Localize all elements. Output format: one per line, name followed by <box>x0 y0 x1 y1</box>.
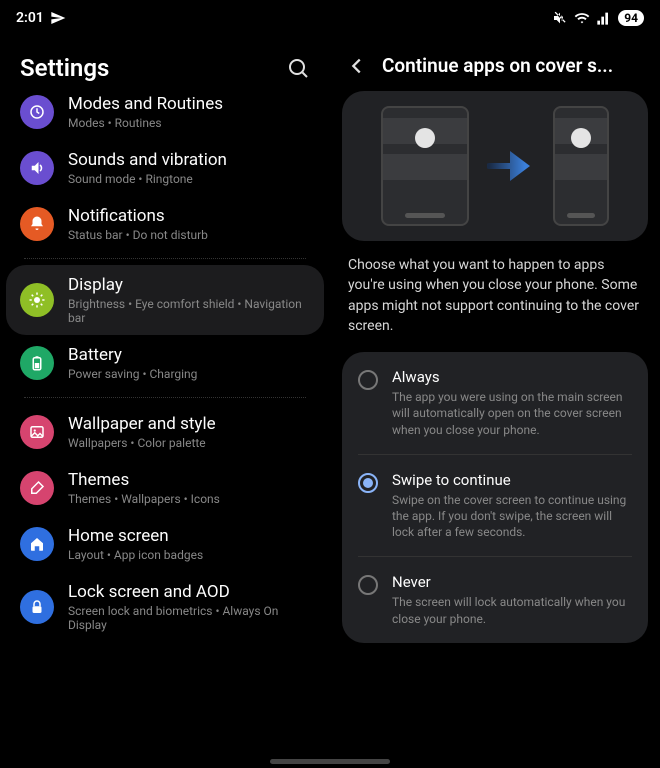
radio-button[interactable] <box>358 575 378 595</box>
sound-icon <box>20 151 54 185</box>
settings-pane: Settings Modes and Routines Modes • Routi… <box>0 36 330 768</box>
modes-icon <box>20 95 54 129</box>
setting-title: Modes and Routines <box>68 94 223 114</box>
setting-subtitle: Layout • App icon badges <box>68 548 203 562</box>
picture-icon <box>20 415 54 449</box>
setting-title: Themes <box>68 470 220 490</box>
settings-item-sounds-and-vibration[interactable]: Sounds and vibration Sound mode • Rington… <box>6 140 324 196</box>
option-desc: The screen will lock automatically when … <box>392 594 632 626</box>
setting-title: Display <box>68 275 310 295</box>
search-icon[interactable] <box>286 56 310 80</box>
back-icon[interactable] <box>346 55 368 77</box>
brush-icon <box>20 471 54 505</box>
option-title: Always <box>392 368 632 386</box>
radio-button[interactable] <box>358 370 378 390</box>
mute-icon <box>552 10 568 26</box>
signal-icon <box>596 10 612 26</box>
setting-title: Home screen <box>68 526 203 546</box>
settings-title: Settings <box>20 54 109 82</box>
nav-handle[interactable] <box>270 759 390 764</box>
setting-subtitle: Brightness • Eye comfort shield • Naviga… <box>68 297 310 325</box>
status-time: 2:01 <box>16 10 44 26</box>
lock-icon <box>20 590 54 624</box>
settings-item-battery[interactable]: Battery Power saving • Charging <box>6 335 324 391</box>
setting-subtitle: Modes • Routines <box>68 116 223 130</box>
settings-item-home-screen[interactable]: Home screen Layout • App icon badges <box>6 516 324 572</box>
setting-title: Lock screen and AOD <box>68 582 310 602</box>
settings-item-display[interactable]: DisplayBrightness • Eye comfort shield •… <box>6 265 324 335</box>
option-swipe-to-continue[interactable]: Swipe to continue Swipe on the cover scre… <box>358 454 632 557</box>
settings-item-lock-screen-and-aod[interactable]: Lock screen and AODScreen lock and biome… <box>6 572 324 642</box>
setting-subtitle: Themes • Wallpapers • Icons <box>68 492 220 506</box>
options-card: Always The app you were using on the main… <box>342 352 648 643</box>
setting-subtitle: Sound mode • Ringtone <box>68 172 227 186</box>
setting-subtitle: Status bar • Do not disturb <box>68 228 208 242</box>
setting-title: Sounds and vibration <box>68 150 227 170</box>
setting-subtitle: Screen lock and biometrics • Always On D… <box>68 604 310 632</box>
option-desc: The app you were using on the main scree… <box>392 389 632 438</box>
option-never[interactable]: Never The screen will lock automatically … <box>358 556 632 642</box>
setting-title: Battery <box>68 345 197 365</box>
battery-icon <box>20 346 54 380</box>
sun-icon <box>20 283 54 317</box>
setting-subtitle: Power saving • Charging <box>68 367 197 381</box>
setting-title: Wallpaper and style <box>68 414 216 434</box>
divider <box>24 397 306 398</box>
settings-item-themes[interactable]: Themes Themes • Wallpapers • Icons <box>6 460 324 516</box>
option-title: Never <box>392 573 632 591</box>
bell-icon <box>20 207 54 241</box>
settings-item-notifications[interactable]: Notifications Status bar • Do not disturb <box>6 196 324 252</box>
option-always[interactable]: Always The app you were using on the main… <box>342 352 648 454</box>
detail-description: Choose what you want to happen to apps y… <box>338 255 652 352</box>
option-desc: Swipe on the cover screen to continue us… <box>392 492 632 541</box>
setting-title: Notifications <box>68 206 208 226</box>
radio-button[interactable] <box>358 473 378 493</box>
detail-title: Continue apps on cover s... <box>382 54 613 77</box>
wifi-icon <box>574 10 590 26</box>
phone-cover-illustration <box>553 106 609 226</box>
option-title: Swipe to continue <box>392 471 632 489</box>
illustration <box>342 91 648 241</box>
battery-badge: 94 <box>618 10 644 26</box>
settings-item-modes-and-routines[interactable]: Modes and Routines Modes • Routines <box>6 84 324 140</box>
settings-item-wallpaper-and-style[interactable]: Wallpaper and style Wallpapers • Color pa… <box>6 404 324 460</box>
phone-open-illustration <box>381 106 469 226</box>
arrow-icon <box>487 151 535 181</box>
divider <box>24 258 306 259</box>
detail-pane: Continue apps on cover s... Choose what … <box>330 36 660 768</box>
send-icon <box>50 10 66 26</box>
status-bar: 2:01 94 <box>0 0 660 36</box>
home-icon <box>20 527 54 561</box>
setting-subtitle: Wallpapers • Color palette <box>68 436 216 450</box>
